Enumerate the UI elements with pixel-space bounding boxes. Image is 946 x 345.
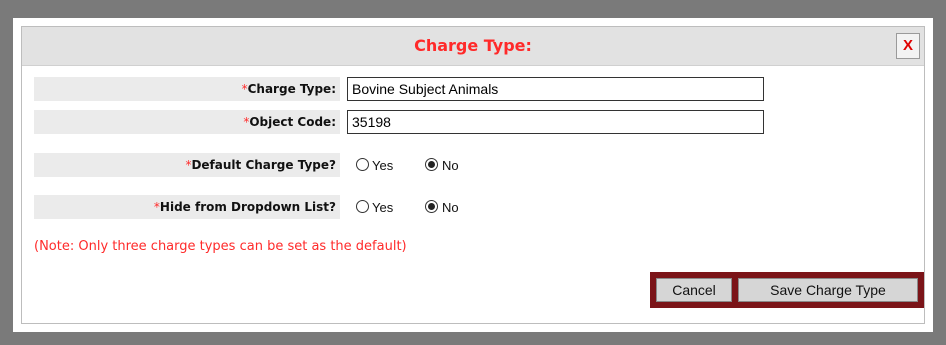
charge-type-label-text: Charge Type: xyxy=(247,82,336,96)
charge-type-dialog: Charge Type: X *Charge Type: *Object Cod… xyxy=(10,15,936,335)
charge-type-input[interactable] xyxy=(347,77,764,101)
default-charge-type-no-label[interactable]: No xyxy=(442,153,459,179)
hide-from-dropdown-no-label[interactable]: No xyxy=(442,195,459,221)
hide-from-dropdown-label: *Hide from Dropdown List? xyxy=(34,195,340,219)
default-limit-note: (Note: Only three charge types can be se… xyxy=(34,239,407,254)
save-charge-type-button[interactable]: Save Charge Type xyxy=(738,278,918,302)
dialog-body: Charge Type: X *Charge Type: *Object Cod… xyxy=(21,26,925,324)
charge-type-row: *Charge Type: xyxy=(34,77,934,101)
object-code-label-text: Object Code: xyxy=(249,115,336,129)
default-charge-type-label-text: Default Charge Type? xyxy=(191,158,336,172)
default-charge-type-label: *Default Charge Type? xyxy=(34,153,340,177)
dialog-title: Charge Type: xyxy=(414,36,532,55)
close-button[interactable]: X xyxy=(896,33,920,59)
button-bar: Cancel Save Charge Type xyxy=(650,272,924,308)
hide-from-dropdown-yes-label[interactable]: Yes xyxy=(372,195,393,221)
hide-from-dropdown-yes-radio[interactable] xyxy=(356,200,369,213)
default-charge-type-yes-radio[interactable] xyxy=(356,158,369,171)
default-charge-type-row: *Default Charge Type? Yes No xyxy=(34,153,934,177)
hide-from-dropdown-row: *Hide from Dropdown List? Yes No xyxy=(34,195,934,219)
hide-from-dropdown-no-radio[interactable] xyxy=(425,200,438,213)
default-charge-type-yes-label[interactable]: Yes xyxy=(372,153,393,179)
hide-from-dropdown-label-text: Hide from Dropdown List? xyxy=(159,200,336,214)
default-charge-type-no-radio[interactable] xyxy=(425,158,438,171)
charge-type-label: *Charge Type: xyxy=(34,77,340,101)
dialog-titlebar: Charge Type: X xyxy=(22,27,924,66)
cancel-button[interactable]: Cancel xyxy=(656,278,732,302)
object-code-row: *Object Code: xyxy=(34,110,934,134)
object-code-input[interactable] xyxy=(347,110,764,134)
object-code-label: *Object Code: xyxy=(34,110,340,134)
